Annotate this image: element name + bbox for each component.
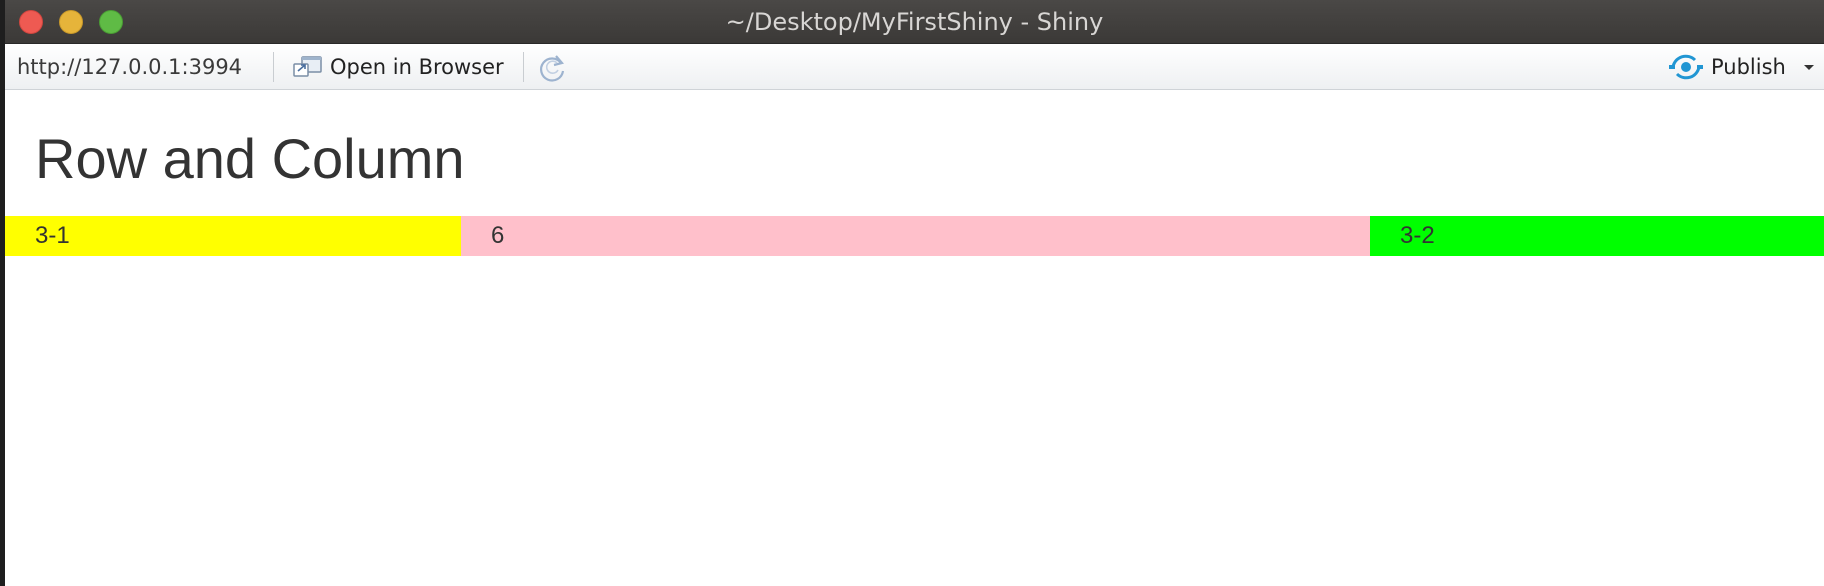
column-3-1: 3-1 [5,216,461,256]
toolbar-divider [273,52,274,82]
app-content: Row and Column 3-1 6 3-2 [5,90,1824,586]
shiny-window: ~/Desktop/MyFirstShiny - Shiny http://12… [5,0,1824,586]
viewer-toolbar: http://127.0.0.1:3994 Open in Browser Pu… [5,44,1824,90]
window-title: ~/Desktop/MyFirstShiny - Shiny [725,8,1104,36]
publish-label: Publish [1711,55,1786,79]
chevron-down-icon[interactable] [1803,64,1815,72]
url-label: http://127.0.0.1:3994 [17,55,243,79]
publish-button[interactable]: Publish [1663,44,1819,90]
page-title: Row and Column [35,127,465,190]
toolbar-divider [523,52,524,82]
column-3-2: 3-2 [1370,216,1824,256]
open-in-browser-label: Open in Browser [330,55,504,79]
fluid-row: 3-1 6 3-2 [5,216,1824,256]
column-6: 6 [461,216,1370,256]
open-in-browser-icon [293,56,322,77]
title-bar[interactable]: ~/Desktop/MyFirstShiny - Shiny [5,0,1824,44]
refresh-icon[interactable] [536,52,568,84]
open-in-browser-button[interactable]: Open in Browser [287,44,515,90]
publish-icon [1669,54,1703,80]
